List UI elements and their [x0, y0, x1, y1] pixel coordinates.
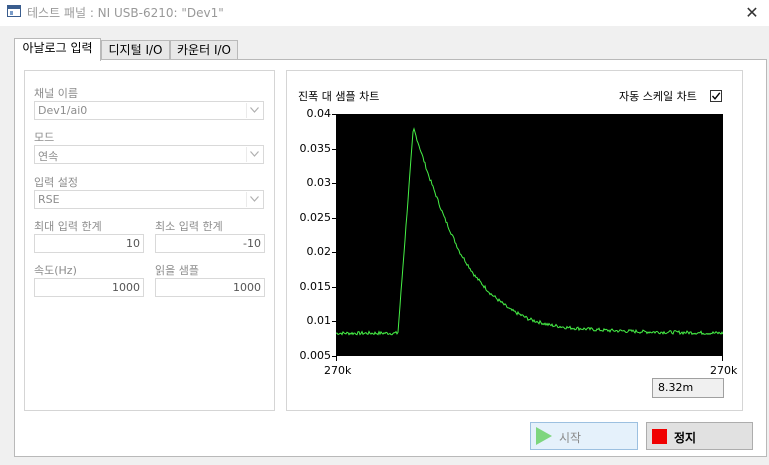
stop-button-label: 정지	[674, 431, 697, 445]
y-tick-label: 0.01	[306, 314, 332, 328]
x-tick-label: 270k	[324, 364, 352, 377]
x-tick-mark	[336, 356, 337, 361]
title-bar: 테스트 패널 : NI USB-6210: "Dev1" ✕	[0, 0, 769, 26]
cursor-readout: 8.32m	[652, 378, 724, 398]
start-button-label: 시작	[559, 431, 582, 445]
max-input-limit-label: 최대 입력 한계	[34, 220, 102, 233]
samples-to-read-label: 읽을 샘플	[155, 264, 199, 277]
y-tick-label: 0.005	[299, 349, 332, 362]
tab-digital-io[interactable]: 디지털 I/O	[101, 40, 170, 59]
chevron-down-icon[interactable]	[246, 147, 262, 162]
start-button[interactable]: 시작	[530, 422, 638, 450]
window-title: 테스트 패널 : NI USB-6210: "Dev1"	[27, 6, 224, 20]
chevron-down-icon[interactable]	[246, 103, 262, 118]
stop-icon	[652, 429, 667, 444]
autoscale-checkbox[interactable]	[710, 90, 722, 102]
channel-name-label: 채널 이름	[34, 87, 78, 100]
chart-svg	[336, 127, 723, 336]
app-window-icon	[7, 5, 21, 17]
channel-name-value: Dev1/ai0	[38, 104, 88, 117]
tab-counter-io[interactable]: 카운터 I/O	[170, 40, 238, 59]
x-tick-label: 270k	[710, 364, 738, 377]
amplitude-series-line	[336, 127, 723, 336]
max-input-limit-field[interactable]: 10	[34, 234, 144, 253]
channel-name-select[interactable]: Dev1/ai0	[34, 101, 264, 120]
chart-title: 진폭 대 샘플 차트	[298, 90, 380, 103]
y-tick-label: 0.015	[299, 279, 332, 293]
y-tick-label: 0.035	[299, 141, 332, 155]
input-config-value: RSE	[38, 193, 60, 206]
input-config-label: 입력 설정	[34, 176, 78, 189]
amplitude-chart-plot[interactable]	[336, 114, 723, 356]
stop-button[interactable]: 정지	[646, 422, 753, 450]
mode-select[interactable]: 연속	[34, 145, 264, 164]
tab-analog-input[interactable]: 아날로그 입력	[14, 38, 101, 61]
chevron-down-icon[interactable]	[246, 192, 262, 207]
close-icon[interactable]: ✕	[735, 0, 769, 26]
mode-label: 모드	[34, 131, 55, 144]
rate-label: 속도(Hz)	[34, 264, 77, 277]
rate-field[interactable]: 1000	[34, 278, 144, 297]
samples-to-read-field[interactable]: 1000	[155, 278, 265, 297]
autoscale-label: 자동 스케일 차트	[619, 90, 697, 103]
min-input-limit-label: 최소 입력 한계	[155, 220, 223, 233]
y-tick-label: 0.04	[306, 107, 332, 120]
play-icon	[536, 427, 552, 445]
x-tick-mark	[722, 356, 723, 361]
y-tick-label: 0.02	[306, 245, 332, 259]
y-tick-label: 0.03	[306, 176, 332, 190]
y-tick-label: 0.025	[299, 210, 332, 224]
mode-value: 연속	[38, 150, 59, 163]
input-config-select[interactable]: RSE	[34, 190, 264, 209]
min-input-limit-field[interactable]: -10	[155, 234, 265, 253]
